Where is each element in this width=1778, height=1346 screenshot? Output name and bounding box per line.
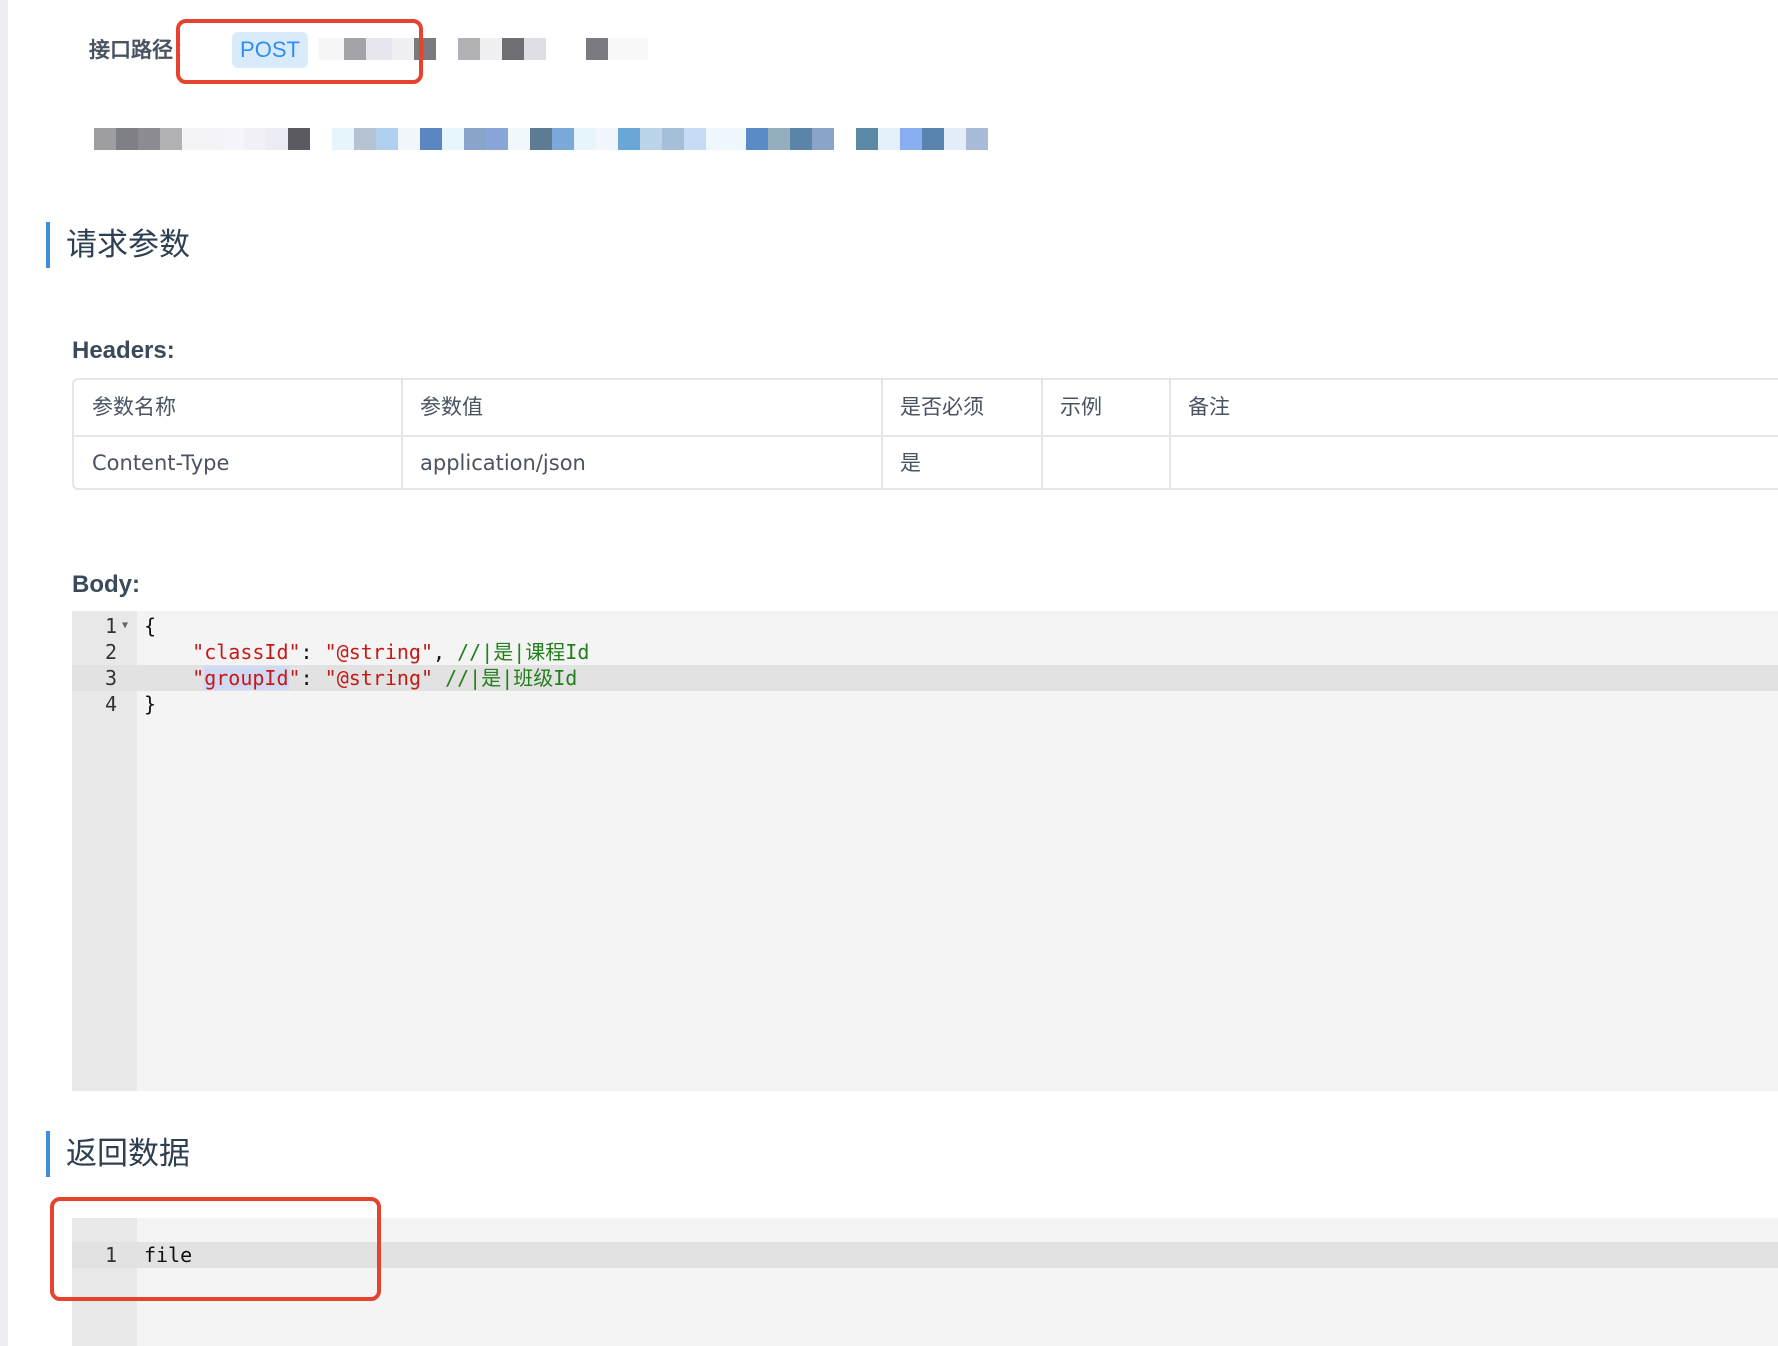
divider	[401, 380, 403, 490]
json-quote: "	[288, 666, 301, 690]
json-value: "@string"	[324, 640, 434, 664]
json-value: "@string"	[324, 666, 434, 690]
json-colon: :	[300, 640, 325, 664]
code-line: 4 }	[72, 691, 1778, 717]
method-highlight-box	[176, 19, 423, 84]
json-comment: //|是|课程Id	[457, 640, 590, 664]
col-param-name: 参数名称	[92, 395, 176, 419]
code-line: 2 "classId": "@string", //|是|课程Id	[72, 639, 1778, 665]
col-remark: 备注	[1188, 395, 1230, 419]
line-number: 1	[104, 614, 117, 638]
json-quote: "	[192, 666, 205, 690]
line-number: 3	[104, 666, 117, 690]
code-brace: {	[144, 614, 157, 638]
response-title: 返回数据	[46, 1131, 190, 1177]
code-line-active: 3 "groupId": "@string" //|是|班级Id	[72, 665, 1778, 691]
col-param-value: 参数值	[420, 395, 483, 419]
headers-table: 参数名称 参数值 是否必须 示例 备注 Content-Type applica…	[72, 378, 1778, 490]
cell-required: 是	[900, 451, 921, 475]
json-separator: ,	[433, 640, 458, 664]
divider	[1169, 380, 1171, 490]
headers-title: Headers:	[72, 337, 175, 364]
table-header-row: 参数名称 参数值 是否必须 示例 备注	[74, 380, 1778, 437]
divider	[881, 380, 883, 490]
response-highlight-box	[50, 1197, 381, 1301]
body-code-editor[interactable]: 1 ▼ { 2 "classId": "@string", //|是|课程Id …	[72, 611, 1778, 1091]
body-title: Body:	[72, 571, 140, 598]
line-number: 4	[104, 692, 117, 716]
fold-arrow-icon[interactable]: ▼	[122, 613, 128, 639]
request-params-title: 请求参数	[46, 222, 190, 268]
json-key-selected: groupId	[204, 666, 289, 690]
cell-param-value: application/json	[420, 451, 586, 475]
json-colon: :	[300, 666, 325, 690]
cell-remark	[1170, 436, 1770, 491]
cell-param-name: Content-Type	[92, 451, 230, 475]
code-brace: }	[144, 692, 157, 716]
col-required: 是否必须	[900, 395, 984, 419]
json-key: "classId"	[192, 640, 301, 664]
col-example: 示例	[1060, 395, 1102, 419]
line-number: 2	[104, 640, 117, 664]
left-rail	[0, 0, 8, 1346]
divider	[1041, 380, 1043, 490]
cell-example	[1042, 436, 1170, 491]
json-comment: //|是|班级Id	[445, 666, 578, 690]
redacted-url	[94, 128, 988, 150]
code-line: 1 ▼ {	[72, 613, 1778, 639]
table-row: Content-Type application/json 是	[74, 436, 1778, 491]
json-separator	[433, 666, 445, 690]
